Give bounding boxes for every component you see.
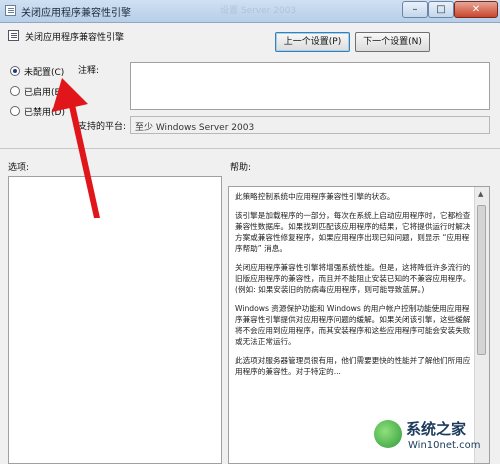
arrow-shaft: [68, 100, 100, 218]
red-annotation-arrow: [52, 78, 100, 218]
watermark: 系统之家 Win10net.com: [372, 416, 496, 458]
arrow-head: [52, 78, 88, 112]
watermark-logo-icon: [374, 420, 402, 448]
watermark-brand: 系统之家: [406, 420, 467, 438]
watermark-site: Win10net.com: [408, 440, 481, 451]
